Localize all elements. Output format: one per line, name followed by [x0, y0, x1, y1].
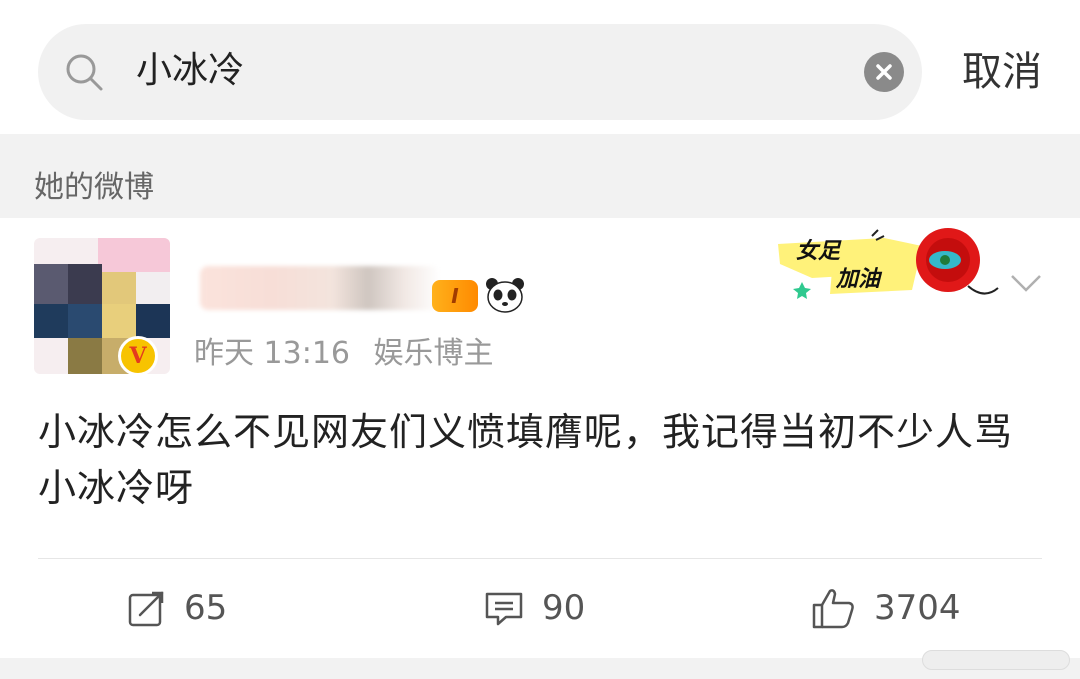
panda-icon	[486, 278, 524, 313]
username-blurred[interactable]	[200, 266, 440, 310]
post-meta: 昨天 13:16 娱乐博主	[194, 334, 508, 374]
comment-count: 90	[542, 588, 586, 628]
section-header	[0, 134, 1080, 218]
like-count: 3704	[874, 588, 961, 628]
user-tag: 娱乐博主	[373, 336, 494, 371]
sticker-text-1: 女足	[796, 238, 842, 264]
womens-football-sticker-icon: 女足 加油	[778, 228, 999, 299]
cancel-button[interactable]: 取消	[962, 44, 1042, 100]
section-title: 她的微博	[34, 170, 154, 205]
home-indicator	[922, 650, 1070, 670]
bottom-separator	[0, 658, 1080, 679]
verified-mark: V	[129, 343, 147, 369]
thumbs-up-icon	[812, 589, 854, 629]
repost-icon	[128, 591, 164, 627]
clear-search-button[interactable]	[864, 52, 904, 92]
close-icon	[876, 64, 892, 80]
divider	[38, 558, 1042, 559]
sticker-text-2: 加油	[835, 267, 883, 292]
level-badge: I	[432, 280, 478, 312]
comment-icon	[485, 592, 523, 626]
post-time: 昨天 13:16	[194, 336, 350, 371]
repost-button[interactable]: 65	[128, 584, 227, 632]
repost-count: 65	[184, 588, 228, 628]
verified-badge: V	[118, 336, 158, 376]
search-icon	[66, 54, 103, 91]
like-button[interactable]: 3704	[812, 584, 961, 632]
comment-button[interactable]: 90	[484, 584, 585, 632]
chevron-down-icon[interactable]	[1006, 268, 1046, 298]
search-query-text[interactable]: 小冰冷	[136, 46, 244, 96]
level-badge-label: I	[451, 284, 459, 308]
post-content: 小冰冷怎么不见网友们义愤填膺呢，我记得当初不少人骂小冰冷呀	[38, 410, 1014, 510]
